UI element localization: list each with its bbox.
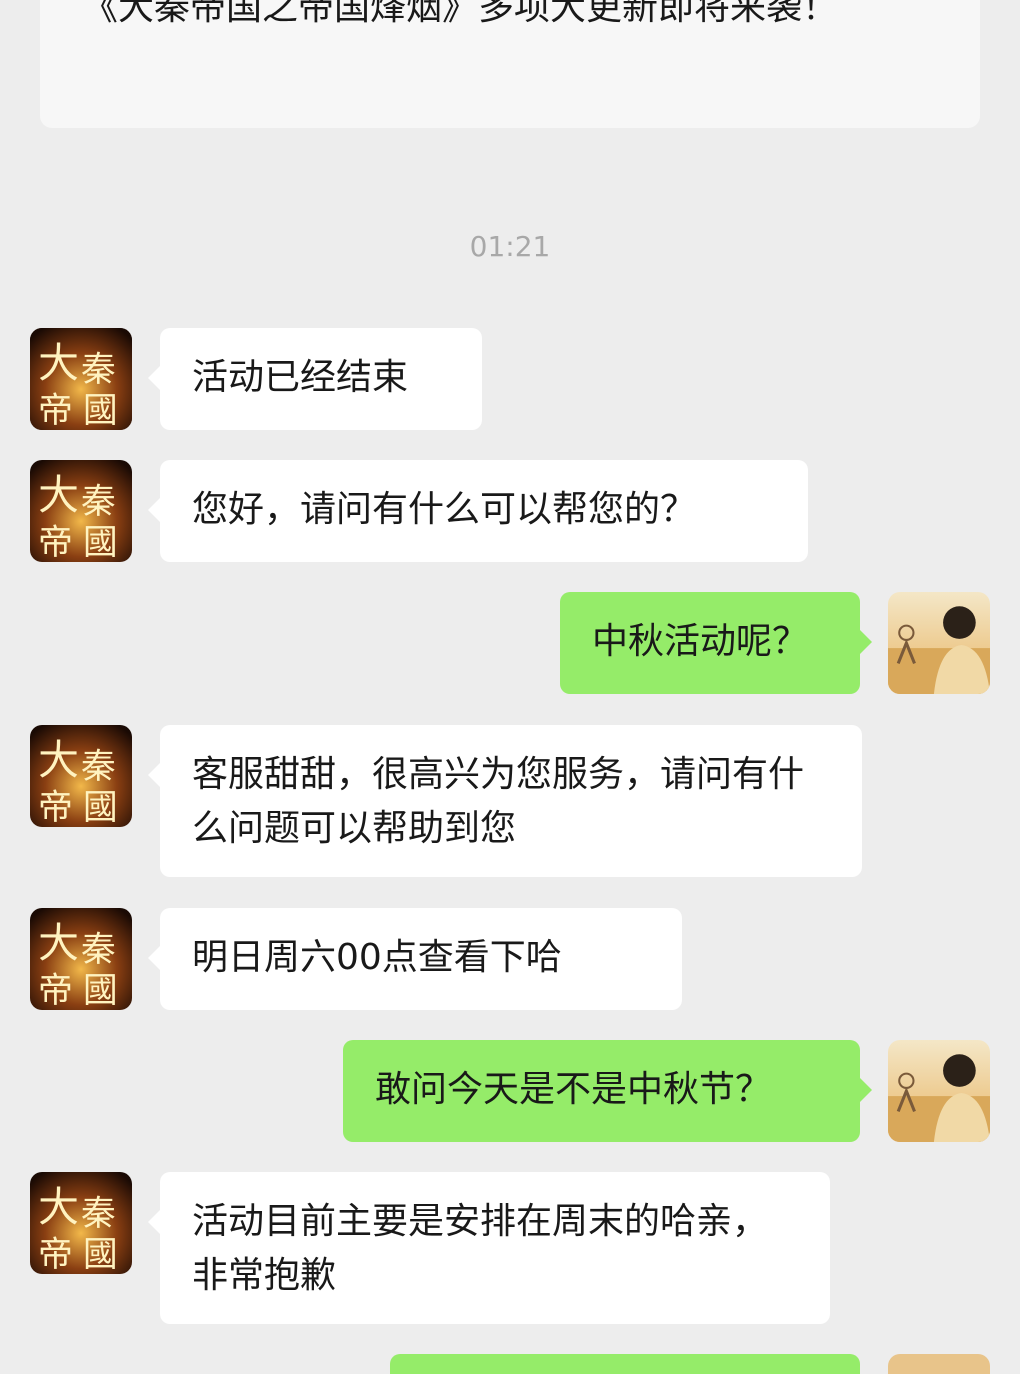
svg-text:秦: 秦 — [81, 482, 116, 522]
message-bubble-incoming[interactable]: 您好，请问有什么可以帮您的？ — [148, 460, 808, 562]
my-avatar[interactable] — [888, 1040, 990, 1142]
message-text: 您好，请问有什么可以帮您的？ — [192, 489, 697, 530]
svg-text:國: 國 — [83, 391, 118, 430]
svg-text:帝: 帝 — [38, 1235, 73, 1274]
svg-text:國: 國 — [83, 1235, 118, 1274]
game-logo-avatar-icon: 大 秦 帝 國 — [30, 328, 132, 430]
message-text: 敢问今天是不是中秋节？ — [375, 1069, 772, 1110]
svg-text:大: 大 — [38, 1183, 79, 1231]
message-bubble-incoming[interactable]: 客服甜甜，很高兴为您服务，请问有什么问题可以帮助到您 — [148, 725, 862, 877]
svg-text:大: 大 — [38, 471, 79, 519]
svg-text:秦: 秦 — [81, 747, 116, 787]
svg-text:國: 國 — [83, 523, 118, 562]
svg-text:國: 國 — [83, 788, 118, 827]
message-bubble-outgoing-partial[interactable] — [390, 1354, 860, 1374]
service-avatar[interactable]: 大 秦 帝 國 — [30, 725, 132, 827]
service-avatar[interactable]: 大 秦 帝 國 — [30, 908, 132, 1010]
svg-text:帝: 帝 — [38, 788, 73, 827]
message-text: 中秋活动呢？ — [592, 621, 809, 662]
message-text: 明日周六00点查看下哈 — [192, 937, 562, 978]
timestamp: 01:21 — [469, 230, 551, 263]
message-bubble-outgoing[interactable]: 敢问今天是不是中秋节？ — [343, 1040, 872, 1142]
svg-text:國: 國 — [83, 971, 118, 1010]
service-avatar[interactable]: 大 秦 帝 國 — [30, 1172, 132, 1274]
article-card-title: 《大秦帝国之帝国烽烟》多项大更新即将来袭！ — [82, 0, 839, 28]
my-avatar-partial[interactable] — [888, 1354, 990, 1374]
game-logo-avatar-icon: 大 秦 帝 國 — [30, 460, 132, 562]
message-bubble-incoming[interactable]: 活动已经结束 — [148, 328, 482, 430]
svg-text:帝: 帝 — [38, 971, 73, 1010]
game-logo-avatar-icon: 大 秦 帝 國 — [30, 1172, 132, 1274]
game-logo-avatar-icon: 大 秦 帝 國 — [30, 725, 132, 827]
svg-text:大: 大 — [38, 339, 79, 387]
service-avatar[interactable]: 大 秦 帝 國 — [30, 328, 132, 430]
message-bubble-incoming[interactable]: 活动目前主要是安排在周末的哈亲，非常抱歉 — [148, 1172, 830, 1324]
user-photo-avatar-icon — [888, 592, 990, 694]
svg-text:秦: 秦 — [81, 1194, 116, 1234]
message-text: 活动目前主要是安排在周末的哈亲，非常抱歉 — [192, 1201, 769, 1296]
game-logo-avatar-icon: 大 秦 帝 國 — [30, 908, 132, 1010]
service-avatar[interactable]: 大 秦 帝 國 — [30, 460, 132, 562]
message-bubble-incoming[interactable]: 明日周六00点查看下哈 — [148, 908, 682, 1010]
user-photo-avatar-icon — [888, 1040, 990, 1142]
my-avatar[interactable] — [888, 592, 990, 694]
svg-text:帝: 帝 — [38, 391, 73, 430]
svg-text:帝: 帝 — [38, 523, 73, 562]
message-text: 活动已经结束 — [192, 357, 409, 398]
svg-text:大: 大 — [38, 919, 79, 967]
svg-text:秦: 秦 — [81, 930, 116, 970]
message-text: 客服甜甜，很高兴为您服务，请问有什么问题可以帮助到您 — [192, 754, 805, 849]
svg-text:秦: 秦 — [81, 350, 116, 390]
svg-text:大: 大 — [38, 736, 79, 784]
message-bubble-outgoing[interactable]: 中秋活动呢？ — [560, 592, 872, 694]
